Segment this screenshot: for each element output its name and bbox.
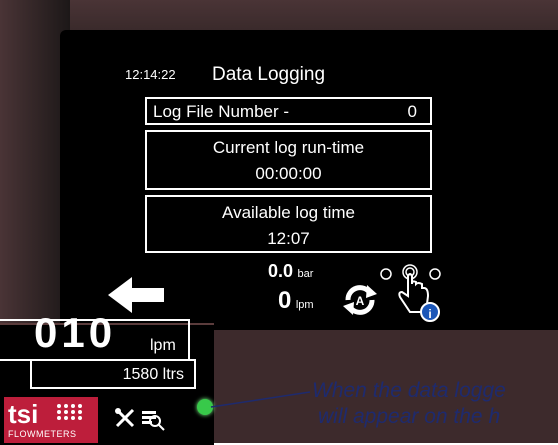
caption-line-1: When the data logge <box>312 379 506 402</box>
caption-line-2: will appear on the h <box>318 405 501 428</box>
caption: When the data logge will appear on the h <box>312 378 558 430</box>
callout-line <box>210 391 311 408</box>
